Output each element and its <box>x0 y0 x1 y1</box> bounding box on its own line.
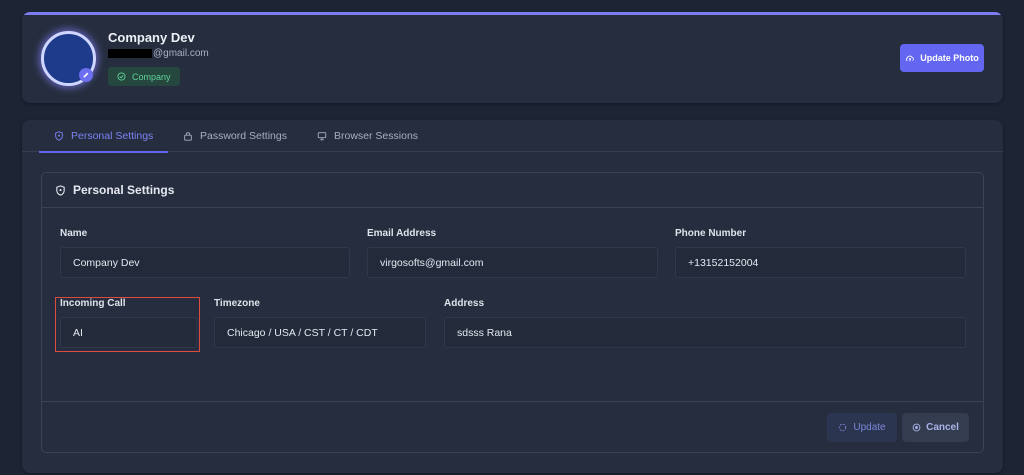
panel-divider <box>42 401 983 402</box>
timezone-label: Timezone <box>214 298 260 309</box>
update-button[interactable]: Update <box>827 413 897 442</box>
profile-email-suffix: @gmail.com <box>153 48 209 59</box>
email-redaction <box>108 49 152 58</box>
tab-password-settings[interactable]: Password Settings <box>183 120 287 152</box>
name-input[interactable]: Company Dev <box>60 247 350 278</box>
panel-title: Personal Settings <box>73 183 175 197</box>
upload-cloud-icon <box>906 55 915 62</box>
spinner-icon <box>839 423 847 432</box>
address-input[interactable]: sdsss Rana <box>444 317 966 348</box>
tab-browser-sessions-label: Browser Sessions <box>334 130 419 142</box>
update-photo-button[interactable]: Update Photo <box>900 44 984 72</box>
update-photo-label: Update Photo <box>920 53 979 63</box>
tab-password-settings-label: Password Settings <box>200 130 287 142</box>
panel-header: Personal Settings <box>42 173 983 208</box>
accent-bar <box>22 12 1003 15</box>
tab-personal-settings[interactable]: Personal Settings <box>39 120 169 153</box>
tab-personal-settings-label: Personal Settings <box>71 130 154 142</box>
email-input[interactable]: virgosofts@gmail.com <box>367 247 658 278</box>
phone-input[interactable]: +13152152004 <box>675 247 966 278</box>
timezone-select[interactable]: Chicago / USA / CST / CT / CDT <box>214 317 426 348</box>
role-badge-label: Company <box>132 71 171 82</box>
highlight-box <box>55 297 200 352</box>
profile-card: Company Dev @gmail.com Company Update Ph… <box>22 12 1003 103</box>
cancel-button[interactable]: Cancel <box>902 413 969 442</box>
settings-tabs: Personal Settings Password Settings Brow… <box>22 120 1003 153</box>
monitor-icon <box>317 132 327 141</box>
role-badge: Company <box>108 67 180 86</box>
shield-icon <box>56 184 65 196</box>
update-label: Update <box>853 422 886 433</box>
name-label: Name <box>60 228 88 239</box>
lock-icon <box>184 132 192 141</box>
edit-avatar-icon[interactable] <box>79 68 93 82</box>
email-label: Email Address <box>367 228 437 239</box>
profile-name: Company Dev <box>108 30 195 45</box>
tab-browser-sessions[interactable]: Browser Sessions <box>317 120 418 152</box>
phone-label: Phone Number <box>675 228 747 239</box>
shield-icon <box>55 131 63 141</box>
cancel-circle-icon <box>912 423 921 432</box>
cancel-label: Cancel <box>926 422 959 433</box>
address-label: Address <box>444 298 485 309</box>
profile-email: @gmail.com <box>108 48 209 59</box>
check-circle-icon <box>117 72 126 81</box>
